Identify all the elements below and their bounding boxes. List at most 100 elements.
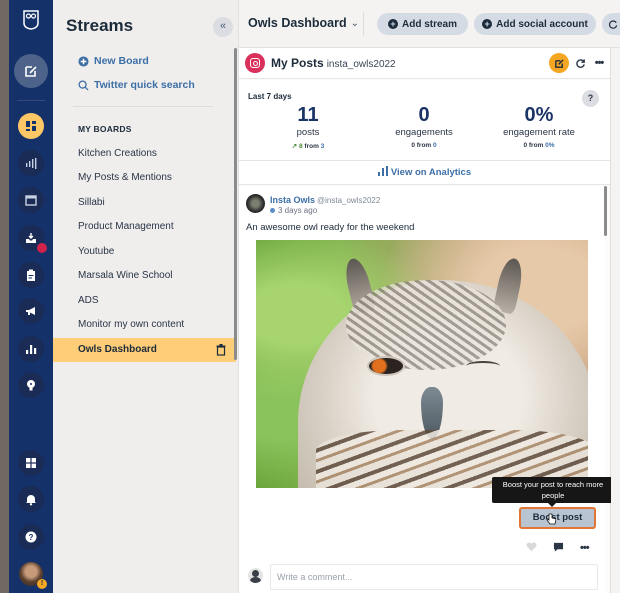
stream-title: My Posts insta_owls2022 bbox=[271, 56, 396, 70]
stat-label: engagement rate bbox=[503, 127, 575, 138]
signal-bars-icon bbox=[26, 158, 37, 169]
add-social-account-button[interactable]: + Add social account bbox=[474, 13, 596, 35]
board-item[interactable]: Marsala Wine School bbox=[53, 264, 236, 288]
board-label: Owls Dashboard bbox=[78, 344, 157, 355]
board-item[interactable]: Kitchen Creations bbox=[53, 142, 236, 166]
post-text: An awesome owl ready for the weekend bbox=[246, 222, 415, 233]
view-on-analytics-link[interactable]: View on Analytics bbox=[239, 161, 610, 185]
board-item[interactable]: Sillabi bbox=[53, 191, 236, 215]
add-stream-button[interactable]: + Add stream bbox=[377, 13, 468, 35]
globe-dot-icon bbox=[270, 208, 275, 213]
dashboard-title: Owls Dashboard bbox=[248, 16, 347, 30]
plus-circle-icon: + bbox=[387, 19, 398, 29]
trash-icon[interactable] bbox=[216, 344, 226, 356]
help-nav-button[interactable]: ? bbox=[18, 524, 44, 550]
post-image[interactable] bbox=[256, 240, 588, 488]
author-avatar[interactable] bbox=[246, 194, 265, 213]
post-time: 3 days ago bbox=[270, 206, 317, 215]
assignments-nav-button[interactable] bbox=[18, 262, 44, 288]
stream-column: My Posts insta_owls2022 ••• Last 7 days ?… bbox=[239, 48, 614, 593]
new-board-link[interactable]: New Board bbox=[78, 55, 149, 67]
from-word: from bbox=[416, 142, 432, 149]
post-card: Insta Owls @insta_owls2022 3 days ago An … bbox=[239, 186, 614, 593]
add-stream-label: Add stream bbox=[401, 18, 457, 30]
compose-icon bbox=[554, 58, 564, 68]
board-item[interactable]: My Posts & Mentions bbox=[53, 166, 236, 190]
board-item[interactable]: Youtube bbox=[53, 240, 236, 264]
previous-value: 3 bbox=[320, 143, 325, 150]
more-options-button[interactable]: ••• bbox=[589, 53, 609, 73]
stream-header: My Posts insta_owls2022 ••• bbox=[239, 48, 610, 79]
board-item-selected[interactable]: Owls Dashboard bbox=[53, 338, 236, 362]
refresh-icon bbox=[609, 19, 618, 29]
delta-value: 0 bbox=[523, 142, 528, 149]
comment-button[interactable] bbox=[553, 542, 564, 555]
compose-icon bbox=[25, 66, 37, 77]
my-boards-heading: MY BOARDS bbox=[78, 124, 132, 134]
plus-circle-icon bbox=[78, 55, 89, 67]
sidebar-scrollbar[interactable] bbox=[234, 48, 237, 360]
grid-icon bbox=[26, 458, 36, 468]
stream-handle: insta_owls2022 bbox=[326, 59, 396, 70]
calendar-icon bbox=[25, 195, 37, 206]
streams-sidebar: Streams « New Board Twitter quick search… bbox=[53, 0, 239, 593]
author-name[interactable]: Insta Owls bbox=[270, 195, 315, 205]
advertise-nav-button[interactable] bbox=[18, 298, 44, 324]
analytics-nav-button[interactable] bbox=[18, 150, 44, 176]
collapse-sidebar-button[interactable]: « bbox=[213, 17, 233, 37]
compose-button[interactable] bbox=[14, 54, 48, 88]
author-line: Insta Owls @insta_owls2022 bbox=[270, 195, 380, 205]
instagram-icon bbox=[245, 53, 265, 73]
heart-icon bbox=[526, 542, 537, 552]
board-item[interactable]: ADS bbox=[53, 289, 236, 313]
comment-input[interactable] bbox=[270, 564, 598, 590]
sidebar-divider bbox=[73, 106, 213, 107]
reports-nav-button[interactable] bbox=[18, 336, 44, 362]
stat-value: 0 bbox=[418, 104, 430, 126]
stat-delta: 0 from 0% bbox=[479, 142, 599, 149]
board-item[interactable]: Monitor my own content bbox=[53, 313, 236, 337]
view-on-analytics-label: View on Analytics bbox=[390, 167, 472, 178]
notification-badge bbox=[37, 243, 47, 253]
clipboard-icon bbox=[27, 269, 35, 281]
user-avatar-icon bbox=[248, 568, 263, 583]
rail-divider bbox=[17, 100, 45, 101]
toolbar-divider bbox=[363, 12, 364, 36]
lightbulb-icon bbox=[27, 380, 35, 391]
dashboard-selector[interactable]: Owls Dashboard ⌄ bbox=[248, 16, 359, 30]
owl-crown bbox=[346, 280, 506, 370]
stream-title-text: My Posts bbox=[271, 56, 324, 70]
delta-value: 0 bbox=[411, 142, 415, 149]
planner-nav-button[interactable] bbox=[18, 187, 44, 213]
apps-nav-button[interactable] bbox=[18, 450, 44, 476]
search-icon bbox=[78, 79, 89, 91]
svg-text:?: ? bbox=[29, 533, 34, 542]
twitter-quick-search-link[interactable]: Twitter quick search bbox=[78, 79, 195, 91]
question-icon: ? bbox=[25, 531, 37, 543]
stat-engagements: 0 engagements 0 from 0 bbox=[364, 104, 484, 149]
owl-eye bbox=[369, 358, 403, 374]
more-toolbar-button[interactable] bbox=[602, 13, 620, 35]
stat-label: posts bbox=[296, 127, 320, 138]
from-word: from bbox=[304, 143, 319, 150]
compose-post-button[interactable] bbox=[549, 53, 569, 73]
stats-panel: Last 7 days ? 11 posts ↗ 8 from 3 0 enga… bbox=[239, 80, 610, 161]
insights-nav-button[interactable] bbox=[18, 372, 44, 398]
refresh-icon bbox=[575, 58, 585, 68]
refresh-button[interactable] bbox=[570, 53, 590, 73]
like-button[interactable] bbox=[526, 542, 537, 555]
streams-nav-button[interactable] bbox=[18, 113, 44, 139]
sidebar-title: Streams bbox=[66, 16, 134, 35]
stat-delta: ↗ 8 from 3 bbox=[248, 142, 368, 150]
boost-post-button[interactable]: Boost post bbox=[519, 507, 596, 529]
warning-badge: ! bbox=[37, 579, 47, 589]
board-item[interactable]: Product Management bbox=[53, 215, 236, 239]
profile-avatar[interactable]: ! bbox=[19, 562, 47, 589]
inbox-nav-button[interactable] bbox=[18, 225, 47, 253]
stream-scrollbar[interactable] bbox=[604, 186, 607, 236]
ellipsis-icon: ••• bbox=[594, 57, 605, 69]
post-more-button[interactable]: ••• bbox=[580, 542, 590, 554]
notifications-nav-button[interactable] bbox=[18, 486, 44, 512]
analytics-bars-icon bbox=[377, 166, 388, 176]
owl-logo-icon[interactable] bbox=[22, 10, 40, 30]
